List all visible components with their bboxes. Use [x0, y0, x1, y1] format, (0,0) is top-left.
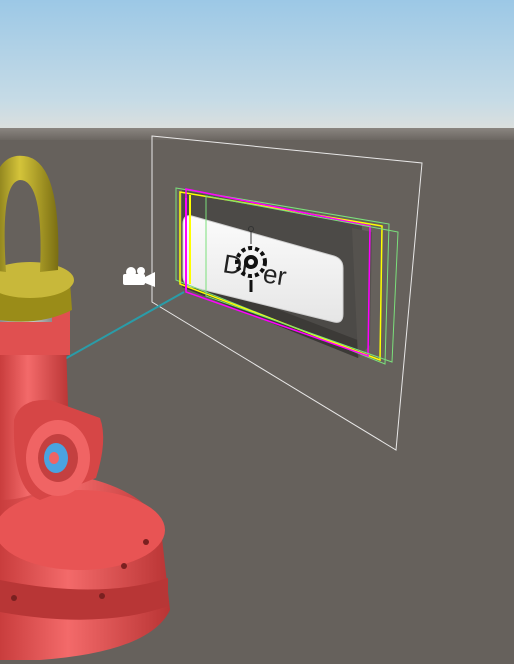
model-flange-top [0, 490, 165, 570]
skybox [0, 0, 514, 134]
scene-canvas[interactable]: Dr er [0, 0, 514, 664]
horizon-band [0, 128, 514, 142]
scene-viewport[interactable]: Dr er [0, 0, 514, 664]
